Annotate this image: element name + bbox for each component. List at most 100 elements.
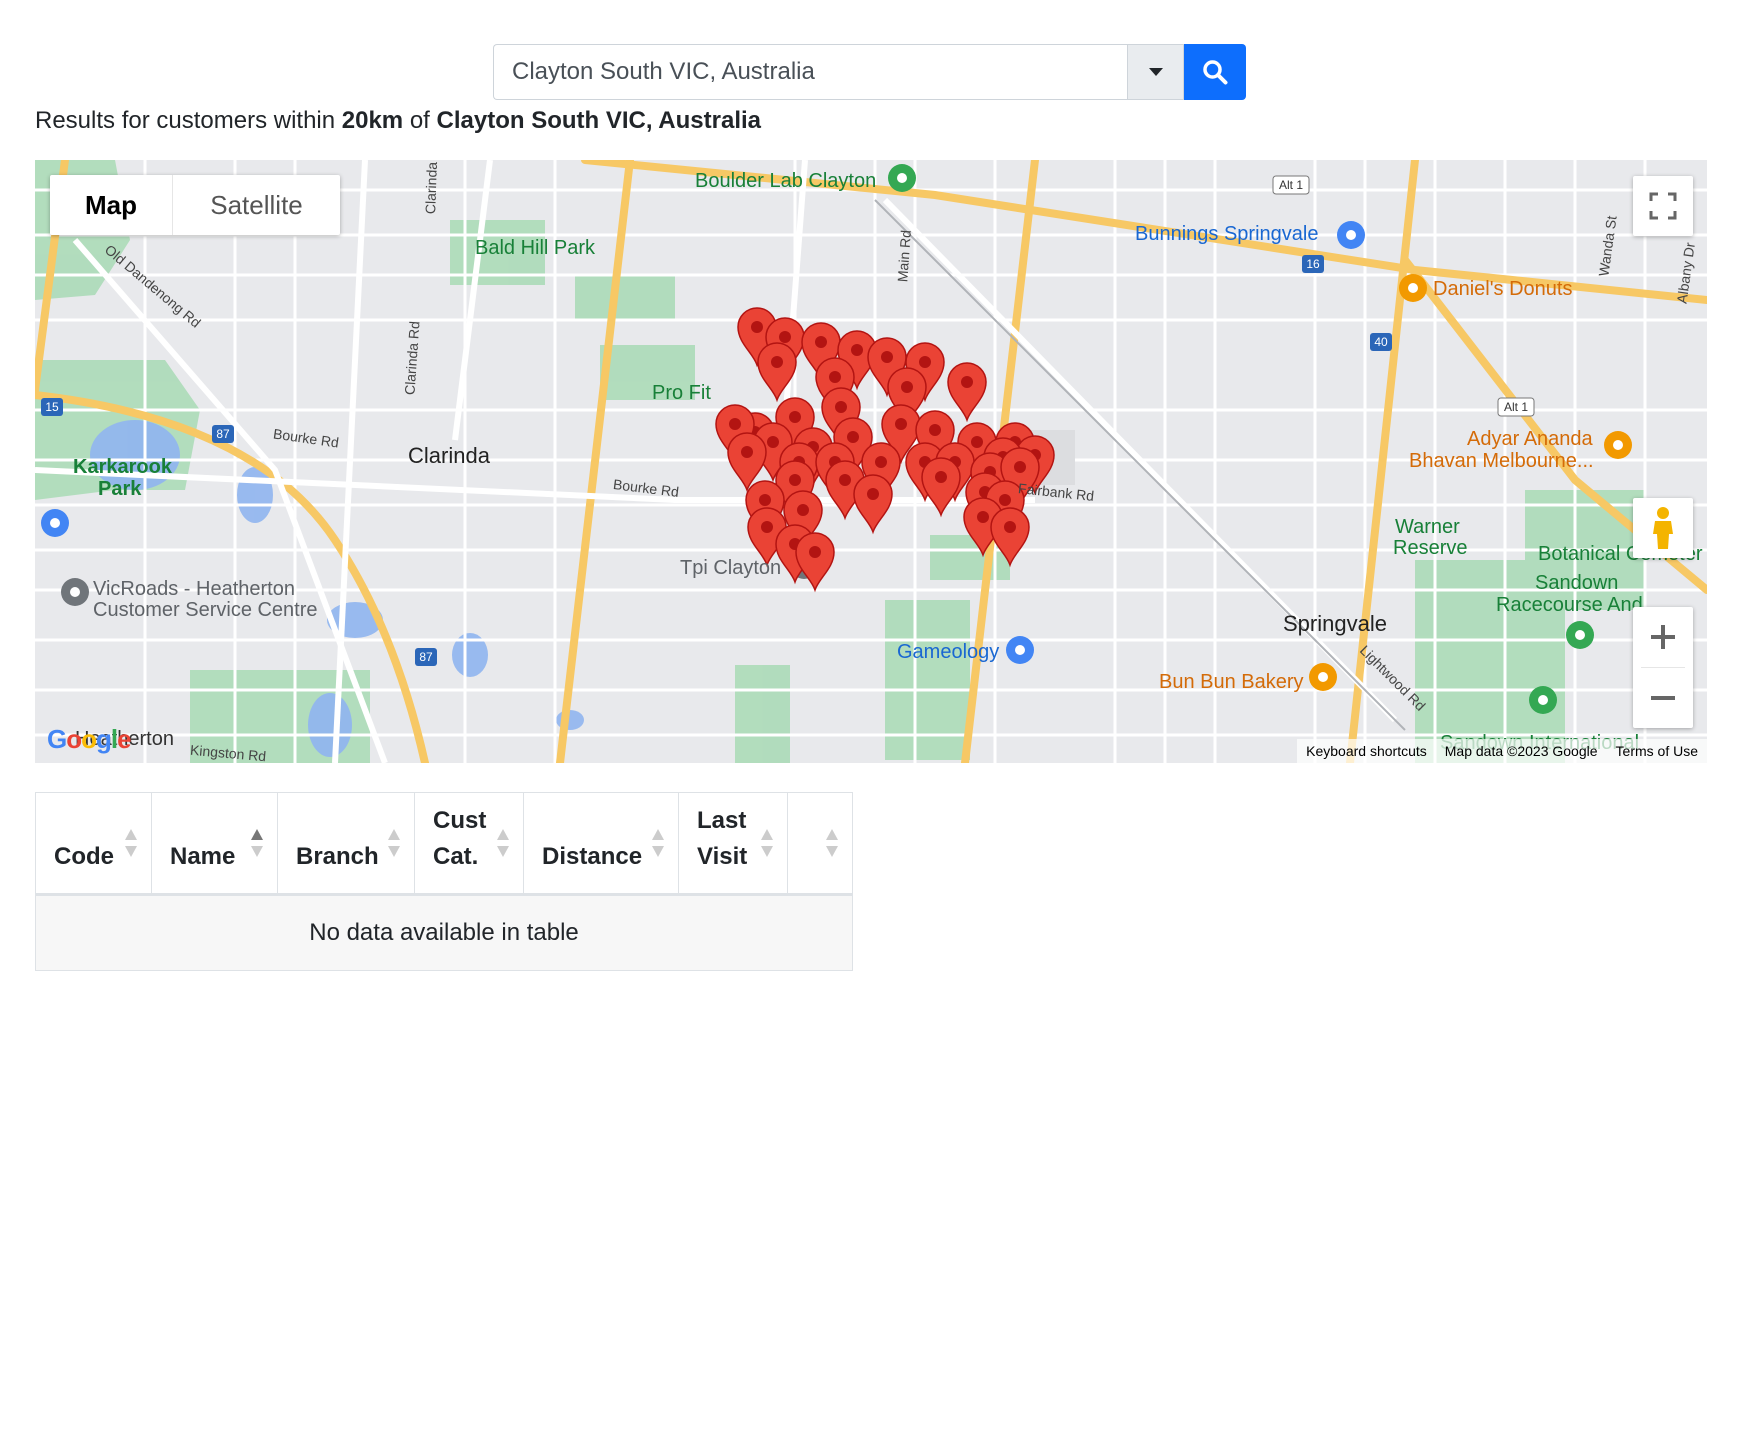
label-vicroads-2: Customer Service Centre [93, 599, 318, 621]
col-name-label: Name [170, 843, 236, 870]
col-distance-header[interactable]: Distance [523, 792, 679, 896]
customer-marker-dot [881, 351, 893, 363]
label-pro-fit: Pro Fit [652, 382, 711, 404]
results-prefix: Results for customers within [35, 107, 342, 134]
col-cust-cat-label-2: Cat. [433, 843, 479, 870]
location-search-input[interactable] [493, 44, 1128, 100]
customer-marker-dot [961, 376, 973, 388]
minus-icon [1651, 696, 1675, 700]
label-karkarook-1: Karkarook [73, 456, 172, 478]
customer-marker-dot [867, 488, 879, 500]
shield-40: 40 [1374, 335, 1388, 349]
col-branch-header[interactable]: Branch [277, 792, 415, 896]
customer-marker-dot [901, 381, 913, 393]
sort-icon [125, 829, 137, 857]
search-button[interactable] [1184, 44, 1246, 100]
col-cust-cat-header[interactable]: Cust Cat. [414, 792, 524, 896]
customer-marker-dot [895, 418, 907, 430]
customer-marker-dot [935, 471, 947, 483]
label-tpi-clayton: Tpi Clayton [680, 557, 782, 579]
customer-marker-dot [929, 424, 941, 436]
table-row: No data available in table [35, 894, 853, 971]
customer-marker-dot [789, 474, 801, 486]
col-name-header[interactable]: Name [151, 792, 278, 896]
shield-15: 15 [45, 400, 59, 414]
customer-marker-dot [919, 356, 931, 368]
map-type-control: Map Satellite [50, 175, 340, 235]
location-search-group [493, 44, 1246, 100]
customer-marker-dot [761, 521, 773, 533]
label-bun-bun: Bun Bun Bakery [1159, 671, 1304, 693]
fullscreen-icon [1649, 192, 1677, 220]
label-clarinda: Clarinda [408, 443, 490, 468]
label-bunnings: Bunnings Springvale [1135, 223, 1319, 245]
customer-marker-dot [779, 331, 791, 343]
label-boulder-lab: Boulder Lab Clayton [695, 170, 877, 192]
col-actions-header[interactable] [787, 792, 853, 896]
results-location: Clayton South VIC, Australia [436, 107, 761, 134]
label-warner-2: Reserve [1393, 537, 1468, 559]
fullscreen-button[interactable] [1633, 176, 1693, 236]
terms-of-use-link[interactable]: Terms of Use [1607, 743, 1707, 759]
zoom-in-button[interactable] [1633, 607, 1693, 667]
customer-marker-dot [1004, 521, 1016, 533]
map-type-satellite-button[interactable]: Satellite [173, 175, 340, 235]
customer-marker-dot [847, 431, 859, 443]
search-icon [1203, 60, 1228, 85]
label-adyar-2: Bhavan Melbourne... [1409, 450, 1594, 472]
col-last-visit-header[interactable]: Last Visit [678, 792, 788, 896]
col-code-header[interactable]: Code [35, 792, 152, 896]
customer-marker-dot [999, 494, 1011, 506]
label-sandown-1: Sandown [1535, 572, 1619, 594]
label-sandown-2: Racecourse And [1496, 594, 1643, 616]
customer-marker-dot [789, 411, 801, 423]
keyboard-shortcuts-link[interactable]: Keyboard shortcuts [1297, 743, 1436, 759]
customer-marker-dot [741, 446, 753, 458]
customer-map[interactable]: Alt 1 Alt 1 16 40 15 87 87 Boulder Lab C… [35, 160, 1707, 763]
results-summary: Results for customers within 20km of Cla… [35, 104, 761, 138]
customer-marker-dot [1014, 461, 1026, 473]
label-gameology: Gameology [897, 641, 1000, 663]
customer-marker-dot [815, 336, 827, 348]
customer-marker-dot [851, 344, 863, 356]
label-warner-1: Warner [1395, 516, 1460, 538]
label-karkarook-2: Park [98, 478, 142, 500]
map-type-map-button[interactable]: Map [50, 175, 173, 235]
customer-marker-dot [751, 321, 763, 333]
shield-87-a: 87 [216, 427, 230, 441]
shield-alt1-b: Alt 1 [1504, 400, 1528, 414]
plus-icon [1651, 625, 1675, 649]
customer-marker-dot [835, 401, 847, 413]
customer-marker-dot [829, 371, 841, 383]
customers-table: Code Name Branch Cust Cat. Distance Last V… [35, 792, 853, 971]
col-last-visit-label-1: Last [697, 807, 747, 834]
col-branch-label: Branch [296, 843, 379, 870]
col-last-visit-label-2: Visit [697, 843, 748, 870]
customer-marker-dot [809, 546, 821, 558]
empty-table-message: No data available in table [35, 894, 853, 971]
customer-marker-dot [771, 356, 783, 368]
customer-marker-dot [729, 418, 741, 430]
col-cust-cat-label-1: Cust [433, 807, 487, 834]
results-radius: 20km [341, 107, 404, 134]
google-logo[interactable]: Google [47, 724, 132, 755]
customer-marker-dot [875, 456, 887, 468]
sort-icon [497, 829, 509, 857]
sort-icon [826, 829, 838, 857]
customer-marker-dot [767, 436, 779, 448]
customer-marker-dot [797, 504, 809, 516]
sort-icon [388, 829, 400, 857]
map-data-text: Map data ©2023 Google [1444, 743, 1598, 759]
col-distance-label: Distance [542, 843, 643, 870]
street-view-pegman[interactable] [1633, 498, 1693, 558]
customer-marker-dot [971, 436, 983, 448]
location-dropdown-button[interactable] [1127, 44, 1185, 100]
results-middle: of [403, 107, 437, 134]
label-vicroads-1: VicRoads - Heatherton [93, 578, 295, 600]
pegman-icon [1653, 507, 1673, 549]
zoom-out-button[interactable] [1633, 668, 1693, 728]
table-header-row: Code Name Branch Cust Cat. Distance Last V… [35, 792, 853, 896]
label-daniels-donuts: Daniel's Donuts [1433, 278, 1573, 300]
road-clarinda-1: Clarinda [422, 161, 440, 215]
customer-marker-dot [759, 494, 771, 506]
